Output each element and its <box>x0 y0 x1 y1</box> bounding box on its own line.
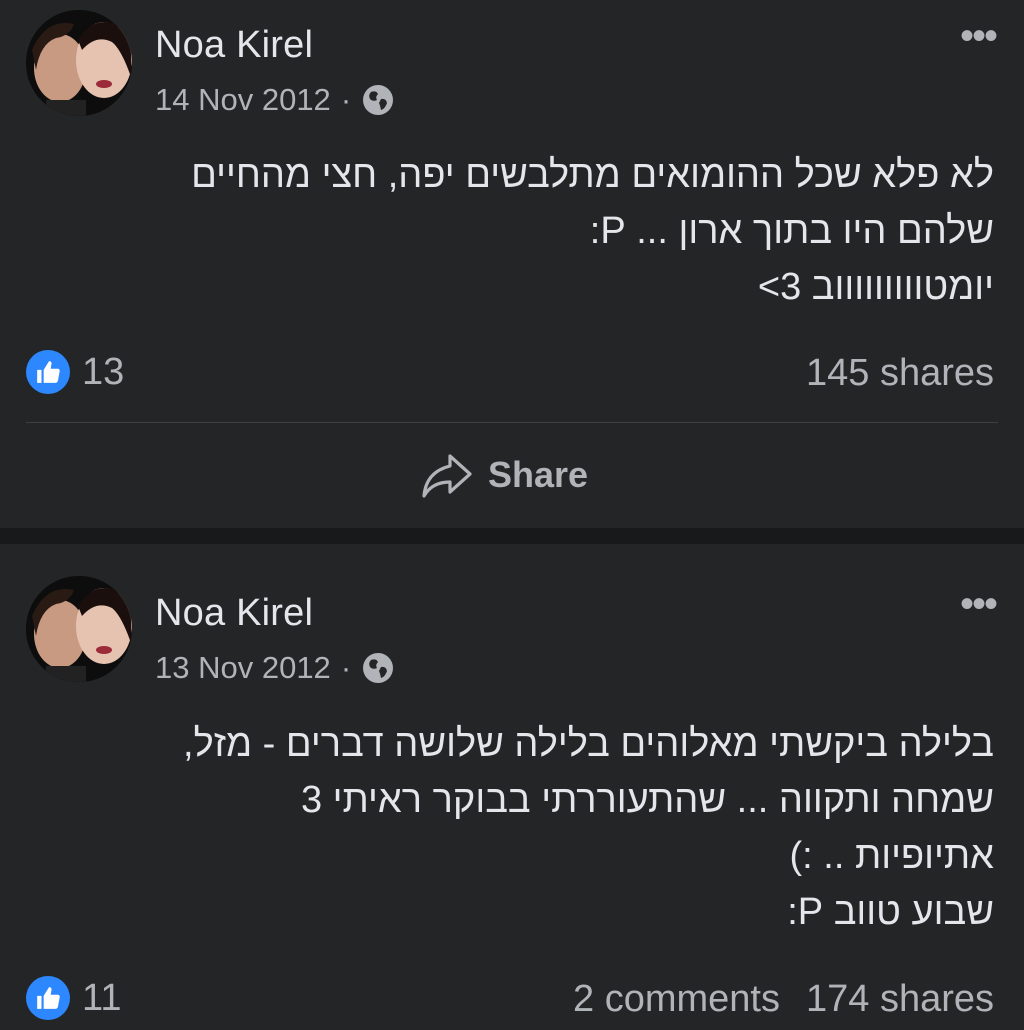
post-text-line: בלילה ביקשתי מאלוהים בלילה שלושה דברים -… <box>183 723 994 765</box>
avatar[interactable] <box>26 576 132 682</box>
share-button[interactable]: Share <box>420 445 588 505</box>
post-card: Noa Kirel 14 Nov 2012 · ••• לא פלא שכל ה… <box>0 0 1024 528</box>
globe-icon <box>361 651 395 685</box>
like-count: 13 <box>82 350 125 393</box>
meta-separator: · <box>340 650 352 685</box>
like-count: 11 <box>82 976 122 1019</box>
post-text-line: אתיופיות .. :) <box>789 835 994 877</box>
post-text-line: שלהם היו בתוך ארון ... P: <box>589 210 994 252</box>
post-text-line: שבוע טווב P: <box>787 891 994 933</box>
share-button-label: Share <box>488 454 589 495</box>
comments-count[interactable]: 2 comments <box>573 978 780 1021</box>
post-card: Noa Kirel 13 Nov 2012 · ••• בלילה ביקשתי… <box>0 544 1024 1030</box>
avatar[interactable] <box>26 10 132 116</box>
globe-icon <box>361 83 395 117</box>
like-icon <box>26 976 70 1020</box>
share-arrow-icon <box>422 454 472 498</box>
post-text-line: שמחה ותקווה ... שהתעוררתי בבוקר ראיתי 3 <box>300 779 994 821</box>
reactions-summary[interactable]: 13 <box>26 350 124 394</box>
like-icon <box>26 350 70 394</box>
author-name[interactable]: Noa Kirel <box>155 24 313 67</box>
author-name[interactable]: Noa Kirel <box>155 592 313 635</box>
engagement-counts: 2 comments 174 shares <box>573 978 994 1021</box>
divider <box>26 422 998 423</box>
meta-separator: · <box>340 82 352 117</box>
more-options-icon[interactable]: ••• <box>960 582 998 627</box>
post-date[interactable]: 13 Nov 2012 <box>155 650 331 686</box>
post-meta: 14 Nov 2012 · <box>155 82 395 118</box>
post-text: לא פלא שכל ההומואים מתלבשים יפה, חצי מהח… <box>34 147 994 315</box>
more-options-icon[interactable]: ••• <box>960 14 998 59</box>
shares-count[interactable]: 145 shares <box>806 352 994 395</box>
post-text: בלילה ביקשתי מאלוהים בלילה שלושה דברים -… <box>34 716 994 940</box>
post-text-line: יומטוווווווווב 3> <box>757 266 994 308</box>
post-meta: 13 Nov 2012 · <box>155 650 395 686</box>
engagement-counts: 145 shares <box>806 352 994 395</box>
post-text-line: לא פלא שכל ההומואים מתלבשים יפה, חצי מהח… <box>191 154 994 196</box>
post-date[interactable]: 14 Nov 2012 <box>155 82 331 118</box>
post-separator <box>0 528 1024 544</box>
shares-count[interactable]: 174 shares <box>806 978 994 1021</box>
reactions-summary[interactable]: 11 <box>26 976 121 1020</box>
